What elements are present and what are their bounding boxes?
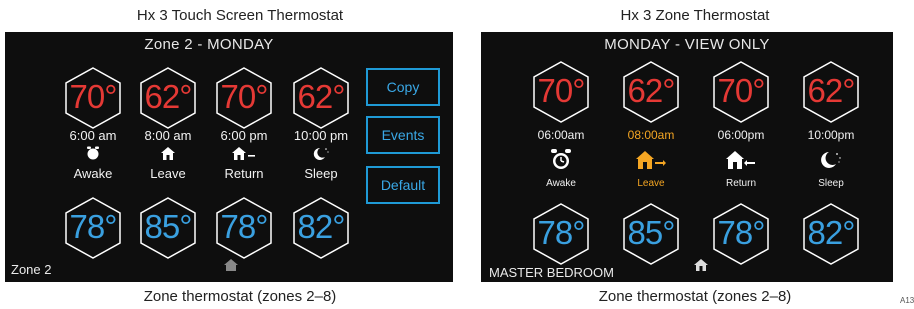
- left-heat-temp-leave: 62°: [144, 78, 193, 115]
- left-time-leave: 8:00 am: [144, 128, 192, 143]
- right-page-indicator: [678, 274, 720, 280]
- copy-button[interactable]: Copy: [366, 68, 440, 106]
- left-cool-setpoint-sleep[interactable]: 82°: [289, 196, 353, 260]
- figure-code: A13: [900, 296, 914, 305]
- right-heat-setpoint-return: 70°: [709, 60, 773, 124]
- left-thermostat-screen: Zone 2 - MONDAY 70° 62° 70° 62° 6:00 am …: [5, 32, 453, 282]
- left-cool-setpoint-leave[interactable]: 85°: [136, 196, 200, 260]
- left-mode-awake: Awake: [73, 166, 113, 181]
- left-heat-setpoint-awake[interactable]: 70°: [61, 66, 125, 130]
- alarm-clock-icon: [541, 146, 581, 174]
- right-cool-temp-awake: 78°: [537, 214, 586, 251]
- right-cool-temp-return: 78°: [717, 214, 766, 251]
- left-cool-temp-sleep: 82°: [297, 208, 346, 245]
- right-heat-setpoint-leave: 62°: [619, 60, 683, 124]
- left-heat-temp-return: 70°: [220, 78, 269, 115]
- left-caption-bottom: Zone thermostat (zones 2–8): [143, 288, 337, 305]
- right-zone-label: MASTER BEDROOM: [489, 265, 614, 280]
- right-time-sleep: 10:00pm: [807, 128, 855, 142]
- left-heat-temp-sleep: 62°: [297, 78, 346, 115]
- house-return-icon: [721, 151, 761, 173]
- right-cool-setpoint-awake: 78°: [529, 202, 593, 266]
- left-zone-label: Zone 2: [11, 262, 52, 277]
- right-heat-temp-return: 70°: [717, 72, 766, 109]
- left-heat-setpoint-sleep[interactable]: 62°: [289, 66, 353, 130]
- right-heat-temp-leave: 62°: [627, 72, 676, 109]
- right-cool-temp-sleep: 82°: [807, 214, 856, 251]
- right-cool-setpoint-return: 78°: [709, 202, 773, 266]
- right-heat-setpoint-sleep: 62°: [799, 60, 863, 124]
- left-cool-temp-leave: 85°: [144, 208, 193, 245]
- right-mode-leave: Leave: [637, 178, 665, 189]
- right-cool-temp-leave: 85°: [627, 214, 676, 251]
- default-button[interactable]: Default: [366, 166, 440, 204]
- home-icon[interactable]: [693, 258, 709, 272]
- alarm-clock-icon: [73, 145, 113, 167]
- right-heat-temp-awake: 70°: [537, 72, 586, 109]
- left-cool-setpoint-return[interactable]: 78°: [212, 196, 276, 260]
- right-screen-title: MONDAY - VIEW ONLY: [604, 36, 770, 53]
- left-heat-setpoint-leave[interactable]: 62°: [136, 66, 200, 130]
- right-time-leave: 08:00am: [627, 128, 675, 142]
- left-caption-top: Hx 3 Touch Screen Thermostat: [136, 7, 344, 24]
- left-cool-temp-return: 78°: [220, 208, 269, 245]
- right-mode-sleep: Sleep: [818, 178, 844, 189]
- left-mode-sleep: Sleep: [304, 166, 338, 181]
- right-cool-setpoint-leave: 85°: [619, 202, 683, 266]
- right-time-awake: 06:00am: [537, 128, 585, 142]
- right-cool-setpoint-sleep: 82°: [799, 202, 863, 266]
- right-caption-top: Hx 3 Zone Thermostat: [620, 7, 770, 24]
- right-thermostat-screen: MONDAY - VIEW ONLY 70° 62° 70° 62° 06:00…: [481, 32, 893, 282]
- left-mode-return: Return: [224, 166, 264, 181]
- left-time-awake: 6:00 am: [69, 128, 117, 143]
- right-mode-awake: Awake: [546, 178, 576, 189]
- right-heat-temp-sleep: 62°: [807, 72, 856, 109]
- moon-icon: [811, 151, 851, 173]
- right-mode-return: Return: [725, 178, 756, 189]
- left-heat-setpoint-return[interactable]: 70°: [212, 66, 276, 130]
- left-screen-title: Zone 2 - MONDAY: [144, 36, 274, 53]
- left-heat-temp-awake: 70°: [69, 78, 118, 115]
- right-caption-bottom: Zone thermostat (zones 2–8): [598, 288, 792, 305]
- right-time-return: 06:00pm: [717, 128, 765, 142]
- left-mode-leave: Leave: [150, 166, 186, 181]
- left-time-sleep: 10:00 pm: [293, 128, 349, 143]
- left-time-return: 6:00 pm: [220, 128, 268, 143]
- left-page-indicator: [215, 274, 257, 280]
- left-cool-setpoint-awake[interactable]: 78°: [61, 196, 125, 260]
- house-leave-icon: [631, 151, 671, 173]
- right-heat-setpoint-awake: 70°: [529, 60, 593, 124]
- left-cool-temp-awake: 78°: [69, 208, 118, 245]
- events-button[interactable]: Events: [366, 116, 440, 154]
- home-icon[interactable]: [223, 258, 239, 272]
